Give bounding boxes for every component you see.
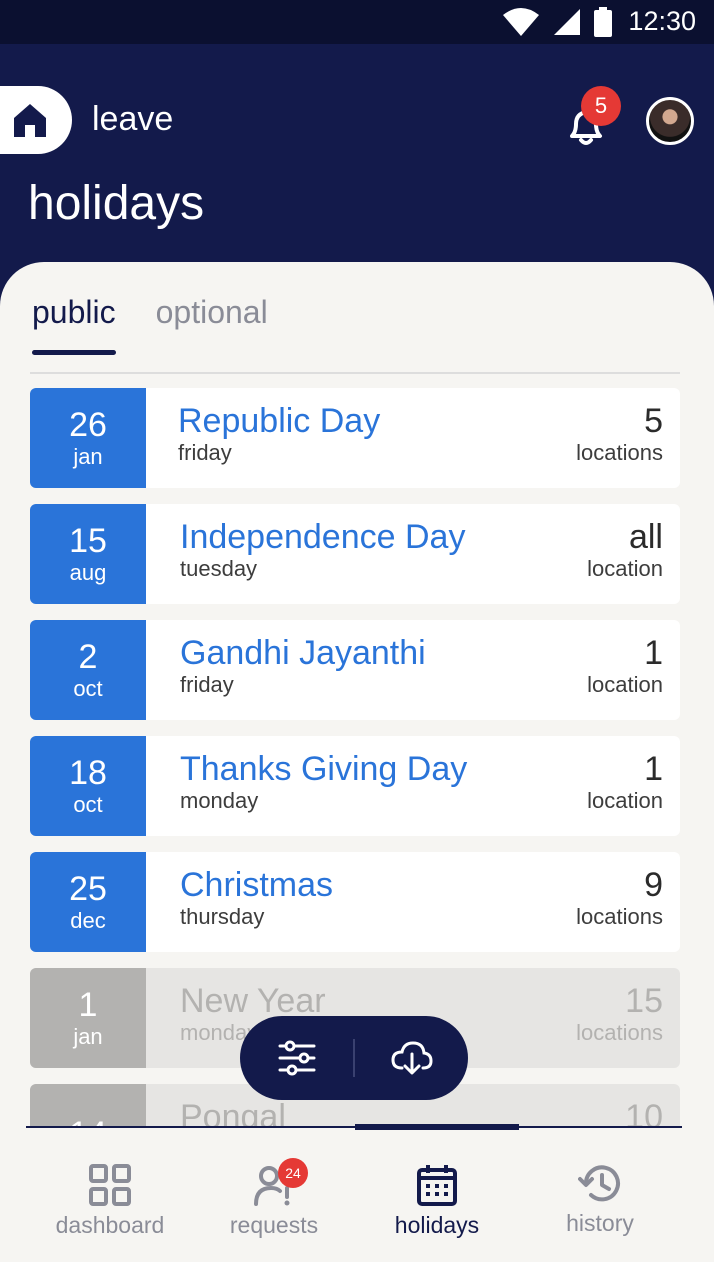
holiday-weekday: thursday bbox=[180, 904, 265, 929]
bottom-nav: dashboard 24 requests holidays history bbox=[0, 1124, 714, 1262]
download-button[interactable] bbox=[355, 1016, 468, 1100]
calendar-icon bbox=[417, 1165, 457, 1206]
date-box: 18 oct bbox=[30, 736, 146, 836]
holiday-card[interactable]: 15 aug Independence Day tuesday all loca… bbox=[30, 504, 680, 604]
nav-holidays[interactable]: holidays bbox=[355, 1164, 519, 1239]
nav-history[interactable]: history bbox=[518, 1164, 682, 1237]
holiday-card[interactable]: 26 jan Republic Day friday 5 locations bbox=[30, 388, 680, 488]
floating-action-bar bbox=[240, 1016, 468, 1100]
nav-label: dashboard bbox=[55, 1212, 165, 1238]
holiday-name: Republic Day bbox=[178, 402, 381, 440]
battery-icon bbox=[594, 6, 613, 37]
divider bbox=[26, 1126, 682, 1128]
location-count: 9 bbox=[644, 866, 663, 904]
avatar[interactable] bbox=[646, 97, 694, 145]
holiday-weekday: tuesday bbox=[180, 556, 258, 581]
home-icon bbox=[14, 104, 46, 137]
nav-label: requests bbox=[229, 1212, 319, 1238]
location-count: all bbox=[628, 518, 663, 556]
requests-badge: 24 bbox=[278, 1158, 308, 1188]
date-box: 25 dec bbox=[30, 852, 146, 952]
holiday-name: Independence Day bbox=[180, 518, 466, 556]
location-count: 1 bbox=[644, 750, 663, 788]
date-month: oct bbox=[73, 792, 103, 817]
date-month: aug bbox=[69, 560, 107, 585]
location-count: 1 bbox=[644, 634, 663, 672]
date-day: 18 bbox=[69, 754, 107, 792]
holiday-card[interactable]: 18 oct Thanks Giving Day monday 1 locati… bbox=[30, 736, 680, 836]
tab-optional[interactable]: optional bbox=[156, 294, 268, 345]
date-box: 26 jan bbox=[30, 388, 146, 488]
nav-label: holidays bbox=[394, 1212, 480, 1238]
location-label: location bbox=[587, 788, 663, 813]
date-month: jan bbox=[73, 444, 103, 469]
holiday-weekday: friday bbox=[180, 672, 234, 697]
grid-icon bbox=[89, 1164, 131, 1206]
app-name: leave bbox=[92, 100, 174, 138]
signal-icon bbox=[554, 8, 581, 35]
holiday-card[interactable]: 2 oct Gandhi Jayanthi friday 1 location bbox=[30, 620, 680, 720]
content-panel: public optional 26 jan Republic Day frid… bbox=[0, 262, 714, 1262]
date-month: oct bbox=[73, 676, 103, 701]
status-time: 12:30 bbox=[628, 6, 696, 36]
location-count: 15 bbox=[625, 982, 663, 1020]
holiday-weekday: monday bbox=[180, 788, 259, 813]
location-count: 5 bbox=[644, 402, 663, 440]
date-day: 26 bbox=[69, 406, 107, 444]
date-month: dec bbox=[70, 908, 106, 933]
date-box: 1 jan bbox=[30, 968, 146, 1068]
holiday-name: Thanks Giving Day bbox=[180, 750, 468, 788]
location-label: locations bbox=[576, 1020, 663, 1045]
page-title: holidays bbox=[28, 177, 205, 230]
date-day: 1 bbox=[78, 986, 98, 1024]
nav-label: history bbox=[566, 1210, 634, 1236]
location-label: location bbox=[587, 672, 663, 697]
location-label: location bbox=[587, 556, 663, 581]
location-label: locations bbox=[576, 904, 663, 929]
holiday-name: Christmas bbox=[180, 866, 334, 904]
sliders-icon bbox=[278, 1040, 315, 1076]
holiday-weekday: friday bbox=[178, 440, 232, 465]
tab-public[interactable]: public bbox=[32, 294, 116, 355]
filter-button[interactable] bbox=[240, 1016, 353, 1100]
divider bbox=[30, 372, 680, 374]
active-indicator bbox=[355, 1124, 519, 1130]
date-day: 25 bbox=[69, 870, 107, 908]
holiday-card[interactable]: 25 dec Christmas thursday 9 locations bbox=[30, 852, 680, 952]
home-button[interactable] bbox=[0, 86, 72, 154]
date-month: jan bbox=[73, 1024, 103, 1049]
date-day: 2 bbox=[78, 638, 98, 676]
cloud-download-icon bbox=[390, 1041, 433, 1075]
location-label: locations bbox=[576, 440, 663, 465]
app-header: leave 5 holidays bbox=[0, 44, 714, 284]
nav-dashboard[interactable]: dashboard bbox=[28, 1164, 192, 1239]
status-bar: 12:30 bbox=[0, 0, 714, 44]
tab-bar: public optional bbox=[32, 294, 268, 355]
date-day: 15 bbox=[69, 522, 107, 560]
holiday-name: Gandhi Jayanthi bbox=[180, 634, 426, 672]
holiday-name: New Year bbox=[180, 982, 326, 1020]
history-icon bbox=[578, 1165, 620, 1202]
notification-badge: 5 bbox=[581, 86, 621, 126]
date-box: 2 oct bbox=[30, 620, 146, 720]
wifi-icon bbox=[503, 7, 540, 36]
date-box: 15 aug bbox=[30, 504, 146, 604]
nav-requests[interactable]: 24 requests bbox=[192, 1158, 356, 1239]
